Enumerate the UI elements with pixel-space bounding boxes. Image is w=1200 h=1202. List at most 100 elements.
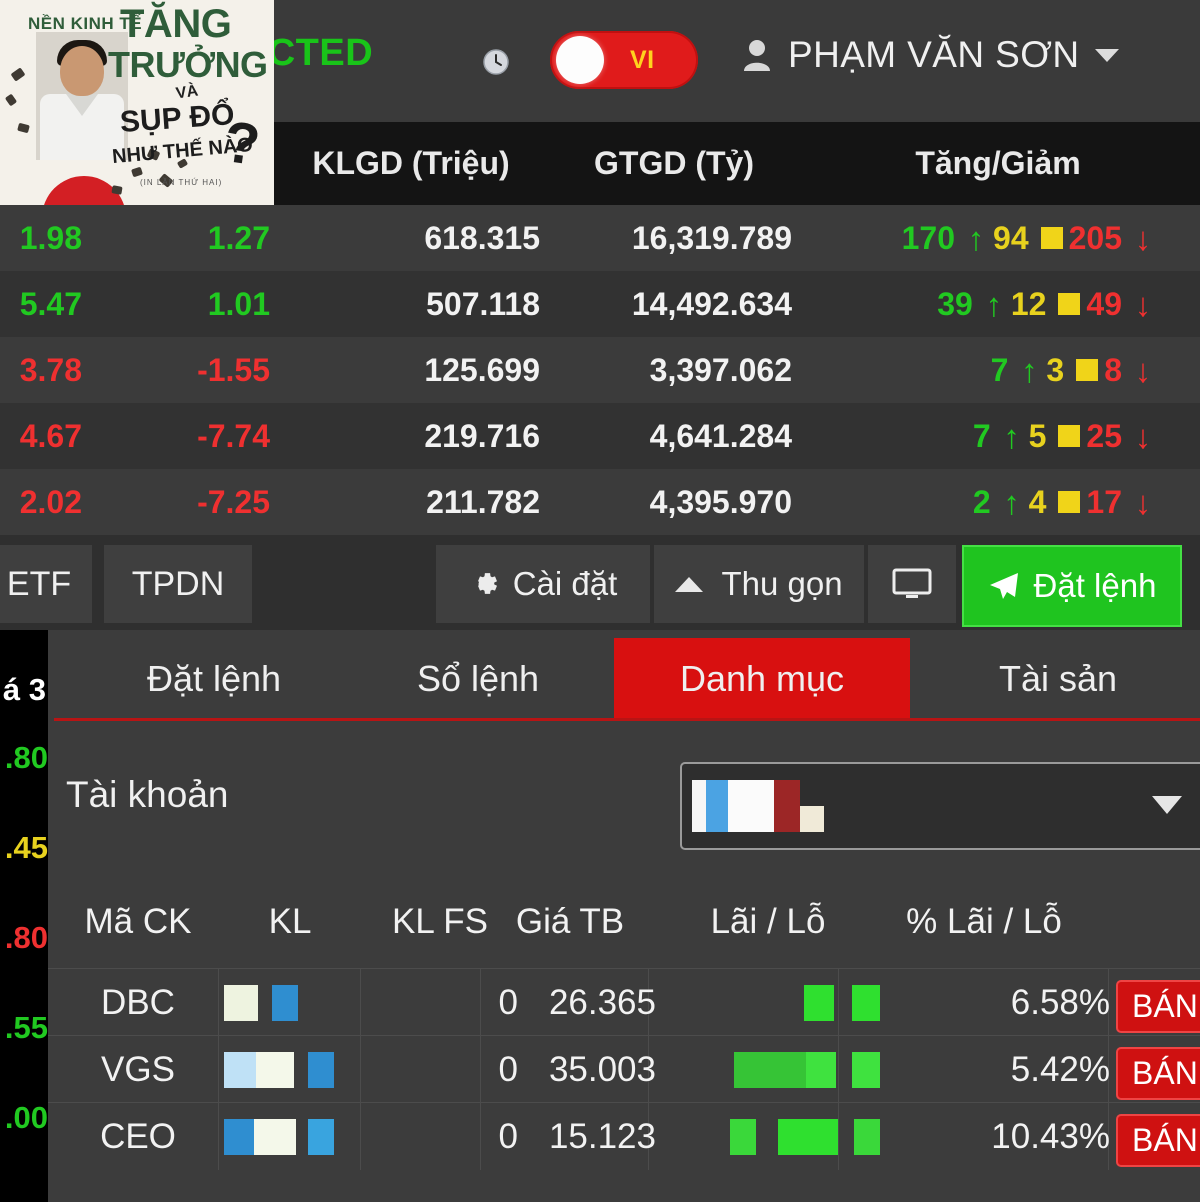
- column-header-lai-lo: Lãi / Lỗ: [710, 902, 826, 941]
- monitor-button[interactable]: [868, 545, 956, 623]
- portfolio-quantity-masked: [224, 969, 384, 1036]
- decliners-count: 25: [1086, 417, 1122, 454]
- index-klgd-value: 507.118: [426, 286, 540, 322]
- reference-square-icon: [1058, 293, 1081, 315]
- index-table-row[interactable]: 4.67 -7.74 219.716 4,641.284 7 ↑ 5 25 ↓: [0, 403, 1200, 469]
- tab-etf[interactable]: ETF: [0, 545, 92, 623]
- collapse-button[interactable]: Thu gọn: [654, 545, 864, 623]
- tab-danh-muc[interactable]: Danh mục: [614, 638, 910, 720]
- advancers-count: 39: [937, 285, 973, 322]
- table-row[interactable]: DBC 0 26.365 6.58% BÁN: [48, 968, 1200, 1036]
- table-row[interactable]: VGS 0 35.003 5.42% BÁN: [48, 1035, 1200, 1103]
- settings-button[interactable]: Cài đặt: [436, 545, 650, 623]
- sell-button[interactable]: BÁN: [1116, 1114, 1200, 1167]
- price-board-strip: á 3 .80 .45 .80 .55 .00: [0, 630, 48, 1202]
- clock-icon[interactable]: [482, 48, 510, 76]
- advancers-count: 7: [972, 417, 991, 454]
- overlay-author-head: [60, 46, 104, 96]
- portfolio-symbol: CEO: [100, 1117, 176, 1156]
- account-select[interactable]: [680, 762, 1200, 850]
- index-change-value: 3.78: [19, 352, 82, 388]
- price-board-cell: .80: [4, 920, 48, 955]
- tab-underline: [54, 718, 1200, 721]
- index-table-row[interactable]: 5.47 1.01 507.118 14,492.634 39 ↑ 12 49 ↓: [0, 271, 1200, 337]
- portfolio-pnl-percent: 10.43%: [991, 1117, 1110, 1156]
- price-board-strip-header: á 3: [2, 672, 46, 707]
- column-divider: [218, 1036, 219, 1103]
- app-root: NNECTED VI PHẠM VĂN SƠN KLGD (Triệu) GTG…: [0, 0, 1200, 1202]
- user-icon: [742, 38, 772, 72]
- index-advance-decline-group: 39 ↑ 12 49 ↓: [812, 271, 1184, 337]
- portfolio-pnl-percent: 5.42%: [1010, 1050, 1110, 1089]
- portfolio-pnl-masked: [656, 969, 880, 1036]
- arrow-down-icon: ↓: [1134, 351, 1152, 389]
- arrow-up-icon: ↑: [1003, 417, 1020, 455]
- account-value-masked: [692, 780, 824, 832]
- arrow-up-icon: ↑: [1021, 351, 1038, 389]
- portfolio-avg-price: 26.365: [548, 983, 656, 1022]
- tab-so-lenh[interactable]: Sổ lệnh: [378, 638, 578, 720]
- account-row: Tài khoản: [48, 750, 1200, 860]
- index-table-row[interactable]: 3.78 -1.55 125.699 3,397.062 7 ↑ 3 8 ↓: [0, 337, 1200, 403]
- index-change-value: 1.98: [19, 220, 82, 256]
- column-header-pct-lai-lo: % Lãi / Lỗ: [906, 902, 1062, 941]
- chevron-down-icon: [1095, 48, 1120, 62]
- index-advance-decline-group: 7 ↑ 3 8 ↓: [812, 337, 1184, 403]
- index-gtgd-value: 14,492.634: [631, 286, 792, 322]
- reference-square-icon: [1058, 425, 1081, 447]
- trade-panel: Đặt lệnh Sổ lệnh Danh mục Tài sản Tài kh…: [48, 630, 1200, 1202]
- index-change-value: 4.67: [19, 418, 82, 454]
- user-name-label: PHẠM VĂN SƠN: [788, 34, 1080, 75]
- overlay-coin: [10, 67, 26, 82]
- place-order-button[interactable]: Đặt lệnh: [962, 545, 1182, 627]
- portfolio-action-cell: BÁN: [1116, 969, 1200, 1036]
- sell-button[interactable]: BÁN: [1116, 980, 1200, 1033]
- index-klgd-value: 211.782: [426, 484, 540, 520]
- gear-icon: [469, 569, 499, 599]
- price-board-cell: .55: [4, 1010, 48, 1045]
- unchanged-count: 94: [993, 219, 1029, 256]
- index-table-row[interactable]: 2.02 -7.25 211.782 4,395.970 2 ↑ 4 17 ↓: [0, 469, 1200, 535]
- column-header-gia-tb: Giá TB: [515, 902, 625, 941]
- user-menu[interactable]: PHẠM VĂN SƠN: [742, 34, 1120, 76]
- settings-label: Cài đặt: [512, 565, 618, 602]
- arrow-down-icon: ↓: [1134, 219, 1152, 257]
- overlay-coin: [131, 166, 143, 178]
- overlay-book-cover-image: NỀN KINH TẾ TĂNG TRƯỞNG VÀ SỤP ĐỔ NHƯ TH…: [0, 0, 274, 205]
- sell-button[interactable]: BÁN: [1116, 1047, 1200, 1100]
- index-change-percent: 1.01: [207, 286, 270, 322]
- index-change-value: 5.47: [19, 286, 82, 322]
- portfolio-symbol: VGS: [101, 1050, 175, 1089]
- table-row[interactable]: CEO 0 15.123 10.43% BÁN: [48, 1102, 1200, 1170]
- column-divider: [218, 969, 219, 1036]
- price-board-cell: .45: [4, 830, 48, 865]
- column-header-ma-ck: Mã CK: [84, 902, 192, 941]
- overlay-word-sup-do: SỤP ĐỔ: [118, 98, 236, 139]
- language-toggle-switch[interactable]: VI: [550, 31, 698, 89]
- portfolio-pnl-masked: [656, 1036, 880, 1103]
- index-table-row[interactable]: 1.98 1.27 618.315 16,319.789 170 ↑ 94 205 ↓: [0, 205, 1200, 271]
- reference-square-icon: [1076, 359, 1099, 381]
- column-header-tang-giam: Tăng/Giảm: [915, 145, 1081, 181]
- column-header-klgd: KLGD (Triệu): [312, 145, 510, 181]
- portfolio-table: Mã CK KL KL FS Giá TB Lãi / Lỗ % Lãi / L…: [48, 882, 1200, 1202]
- decliners-count: 49: [1086, 285, 1122, 322]
- column-divider: [218, 1103, 219, 1170]
- unchanged-count: 12: [1010, 285, 1047, 322]
- tab-tai-san[interactable]: Tài sản: [948, 638, 1168, 720]
- index-change-percent: -7.25: [197, 484, 270, 520]
- overlay-coin: [4, 93, 18, 107]
- reference-square-icon: [1058, 491, 1081, 513]
- overlay-small-print: (IN LẦN THỨ HAI): [140, 178, 223, 187]
- language-label: VI: [630, 45, 655, 74]
- tab-dat-lenh[interactable]: Đặt lệnh: [104, 638, 324, 720]
- overlay-word-truong: TRƯỞNG: [108, 44, 268, 85]
- index-advance-decline-group: 7 ↑ 5 25 ↓: [812, 403, 1184, 469]
- decliners-count: 205: [1068, 219, 1122, 256]
- index-gtgd-value: 4,641.284: [649, 418, 792, 454]
- index-gtgd-value: 4,395.970: [649, 484, 792, 520]
- index-gtgd-value: 3,397.062: [649, 352, 792, 388]
- overlay-coin: [111, 185, 123, 195]
- tab-tpdn[interactable]: TPDN: [104, 545, 252, 623]
- unchanged-count: 5: [1028, 417, 1047, 454]
